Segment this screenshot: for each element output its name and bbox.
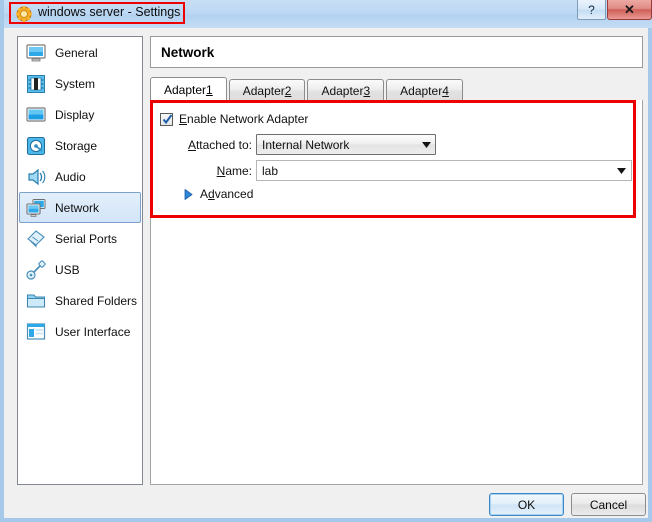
tab-adapter-1[interactable]: Adapter 1 [150,77,227,101]
tab-accel: 2 [284,83,292,98]
sidebar-item-label: Audio [55,169,86,184]
label-rest: nable Network Adapter [187,112,309,126]
adapter-tabs[interactable]: Adapter 1 Adapter 2 Adapter 3 Adapter 4 [150,77,643,101]
tab-label: Adapter [242,83,285,98]
sidebar-item-display[interactable]: Display [19,99,141,130]
tab-accel: 4 [442,83,449,98]
sidebar-item-label: Network [55,200,100,215]
sidebar-item-serial-ports[interactable]: Serial Ports [19,223,141,254]
tab-accel: 1 [206,82,213,97]
help-button[interactable]: ? [577,0,606,20]
title-bar: windows server - Settings ? ✕ [4,0,652,28]
tab-adapter-2[interactable]: Adapter 2 [228,79,306,101]
monitor-icon [26,43,46,61]
sidebar-item-storage[interactable]: Storage [19,130,141,161]
accel-char: E [179,112,188,126]
page-title: Network [150,36,643,68]
settings-category-list[interactable]: General System Display Storage Audio Net… [17,36,143,485]
advanced-label: Advanced [200,187,253,201]
close-button[interactable]: ✕ [607,0,652,20]
accel-char: N [216,164,226,178]
network-name-combobox[interactable]: lab [256,160,632,181]
harddisk-icon [26,136,46,155]
adapter-1-pane [150,100,643,485]
sidebar-item-label: Shared Folders [55,293,138,308]
sidebar-item-network[interactable]: Network [19,192,141,223]
label-rest: ame: [225,164,252,178]
checkmark-icon [162,113,173,124]
label-rest: vanced [214,187,254,201]
user-interface-icon [26,322,46,340]
sidebar-item-label: Display [55,107,95,122]
enable-network-adapter-label: Enable Network Adapter [179,112,308,126]
chevron-down-icon[interactable] [418,141,435,148]
title-annotation-box [9,2,185,24]
ok-button[interactable]: OK [489,493,564,516]
serial-port-icon [27,229,45,248]
chip-icon [27,74,45,93]
sidebar-item-system[interactable]: System [19,68,141,99]
sidebar-item-label: Storage [55,138,98,153]
accel-char: d [208,187,215,201]
advanced-expander[interactable]: Advanced [184,187,253,201]
attached-to-label: Attached to: [172,138,252,152]
sidebar-item-general[interactable]: General [19,37,141,68]
settings-dialog: windows server - Settings ? ✕ General Sy… [0,0,652,522]
sidebar-item-usb[interactable]: USB [19,254,141,285]
sidebar-item-label: Serial Ports [55,231,118,246]
triangle-right-icon [184,188,193,200]
tab-adapter-4[interactable]: Adapter 4 [386,79,463,101]
speaker-icon [28,168,46,185]
tab-adapter-3[interactable]: Adapter 3 [307,79,385,101]
tab-label: Adapter [321,83,364,98]
sidebar-item-user-interface[interactable]: User Interface [19,316,141,347]
label-pre: A [200,187,209,201]
sidebar-item-label: User Interface [55,324,131,339]
chevron-down-icon[interactable] [611,167,631,174]
enable-network-adapter-row[interactable]: Enable Network Adapter [160,112,308,126]
tab-accel: 3 [363,83,371,98]
network-name-value[interactable]: lab [257,164,611,178]
name-label: Name: [172,164,252,178]
accel-char: A [187,138,196,152]
tab-label: Adapter [164,82,207,97]
sidebar-item-label: System [55,76,96,91]
cancel-button[interactable]: Cancel [571,493,646,516]
tab-label: Adapter [400,83,443,98]
sidebar-item-audio[interactable]: Audio [19,161,141,192]
attached-to-value: Internal Network [262,137,350,152]
sidebar-item-label: USB [55,262,80,277]
folder-icon [26,293,46,308]
sidebar-item-shared-folders[interactable]: Shared Folders [19,285,141,316]
label-rest: ttached to: [195,138,252,152]
display-icon [26,106,46,122]
network-icon [26,198,46,217]
attached-to-dropdown[interactable]: Internal Network [256,134,436,155]
window-controls: ? ✕ [577,0,652,20]
enable-network-adapter-checkbox[interactable] [160,112,173,126]
usb-icon [26,259,46,280]
sidebar-item-label: General [55,45,98,60]
